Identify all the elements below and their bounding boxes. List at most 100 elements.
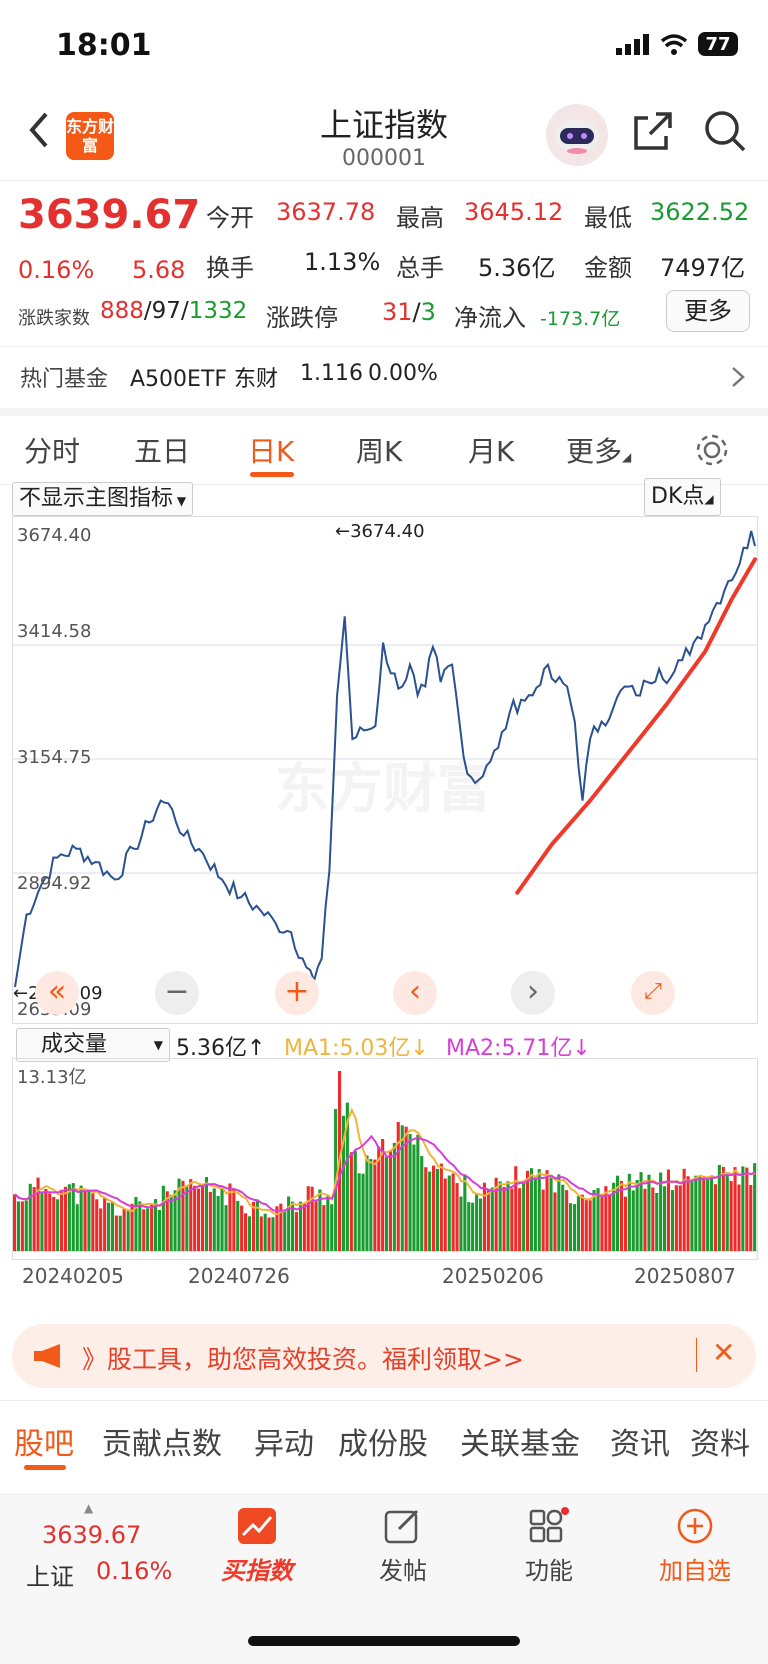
status-time: 18:01 <box>56 28 152 63</box>
volume-bar <box>498 1181 502 1251</box>
volume-bar <box>314 1201 318 1251</box>
chevron-right-icon <box>732 367 745 387</box>
zoom-out-button[interactable]: − <box>155 971 199 1015</box>
volume-bar <box>522 1180 526 1251</box>
ai-assistant-button[interactable] <box>546 104 608 166</box>
volume-bar <box>713 1184 717 1251</box>
volume-bar <box>631 1190 635 1251</box>
tab-more-label: 更多 <box>566 435 623 468</box>
volume-bar <box>67 1184 71 1251</box>
active-tab-indicator <box>250 472 294 477</box>
chevron-right-icon: › <box>527 974 539 1009</box>
amount-value: 7497亿 <box>660 254 746 282</box>
scroll-right-button[interactable]: › <box>511 971 555 1015</box>
netflow-label: 净流入 <box>454 304 526 332</box>
kline-chart[interactable]: 东方财富 3674.40 3414.58 3154.75 2894.92 263… <box>12 516 758 1024</box>
current-price: 3639.67 <box>18 192 201 238</box>
volume-bar <box>118 1215 122 1251</box>
volume-bar <box>16 1201 20 1251</box>
tab-constituents[interactable]: 成份股 <box>338 1419 428 1463</box>
zoom-in-button[interactable]: + <box>275 971 319 1015</box>
gear-icon[interactable] <box>694 432 730 468</box>
tab-news[interactable]: 资讯 <box>610 1419 670 1463</box>
volume-bar <box>20 1201 24 1251</box>
volume-max-label: 13.13亿 <box>17 1067 87 1088</box>
volume-bar <box>201 1185 205 1251</box>
volume-bar <box>103 1198 107 1251</box>
tab-contribution[interactable]: 贡献点数 <box>102 1419 222 1463</box>
tab-movement[interactable]: 异动 <box>254 1419 314 1463</box>
volume-bar <box>443 1178 447 1251</box>
buy-index-label: 买指数 <box>221 1557 293 1585</box>
volume-bar <box>259 1216 263 1251</box>
volume-bar <box>600 1197 604 1251</box>
grid-icon <box>529 1507 569 1543</box>
volume-bar <box>561 1184 565 1251</box>
volume-bar <box>710 1175 714 1251</box>
fullscreen-button[interactable]: ⤢ <box>631 971 675 1015</box>
expand-icon: ⤢ <box>644 979 662 1004</box>
post-button[interactable]: 发帖 <box>348 1507 458 1586</box>
dk-point-button[interactable]: DK点◢ <box>644 478 721 516</box>
features-button[interactable]: 功能 <box>494 1507 604 1586</box>
more-quote-button[interactable]: 更多 <box>666 290 750 332</box>
tab-monthly-k[interactable]: 月K <box>468 430 514 470</box>
volume-bar <box>369 1159 373 1251</box>
minus-icon: − <box>164 974 190 1009</box>
tab-daily-k[interactable]: 日K <box>248 430 294 470</box>
volume-bar <box>322 1205 326 1251</box>
scroll-left-button[interactable]: ‹ <box>393 971 437 1015</box>
volume-bar <box>627 1173 631 1251</box>
volume-bar <box>463 1175 467 1251</box>
hot-fund-bar[interactable]: 热门基金 A500ETF 东财 1.116 0.00% <box>0 346 768 405</box>
limit-up-count: 31 <box>382 298 413 326</box>
volume-bar <box>663 1186 667 1251</box>
volume-bar <box>674 1185 678 1251</box>
tab-related-funds[interactable]: 关联基金 <box>460 1419 580 1463</box>
limit-values: 31/3 <box>382 298 436 326</box>
buy-index-button[interactable]: 买指数 <box>202 1507 312 1586</box>
ma-line <box>515 557 757 895</box>
volume-chart[interactable]: 13.13亿 <box>12 1058 758 1260</box>
scroll-left-double-button[interactable]: « <box>35 971 79 1015</box>
volume-bar <box>244 1213 248 1251</box>
volume-bar <box>557 1174 561 1251</box>
close-banner-button[interactable]: ✕ <box>712 1336 735 1369</box>
tab-more[interactable]: 更多◢ <box>566 430 631 470</box>
search-icon <box>705 111 746 152</box>
volume-bar <box>471 1202 475 1251</box>
volume-bar <box>157 1210 161 1251</box>
hot-fund-price: 1.116 <box>300 361 363 386</box>
volume-bar <box>287 1196 291 1251</box>
volume-bar <box>326 1194 330 1251</box>
share-button[interactable] <box>630 108 676 158</box>
mini-pct: 0.16% <box>96 1557 173 1585</box>
volume-bar <box>161 1185 165 1251</box>
volume-bar <box>236 1200 240 1251</box>
chevron-left-icon: ‹ <box>409 974 421 1009</box>
volume-bar <box>753 1163 757 1251</box>
volume-indicator-select[interactable]: 成交量 ▼ <box>16 1028 170 1062</box>
volume-bar <box>232 1188 236 1251</box>
system-icons: 77 <box>616 32 738 56</box>
volume-bar <box>56 1199 60 1251</box>
plus-icon: + <box>284 974 310 1009</box>
add-watchlist-button[interactable]: 加自选 <box>640 1507 750 1586</box>
volume-bar <box>87 1189 91 1251</box>
chevron-left-double-icon: « <box>47 974 67 1009</box>
promo-banner[interactable]: 》股工具，助您高效投资。福利领取>> ✕ <box>12 1324 756 1388</box>
tab-five-day[interactable]: 五日 <box>134 430 190 470</box>
main-indicator-select[interactable]: 不显示主图指标 ▼ <box>12 482 194 516</box>
search-button[interactable] <box>702 108 748 158</box>
volume-bar <box>169 1194 173 1251</box>
volume-bar <box>435 1169 439 1251</box>
breadth-label: 涨跌家数 <box>18 308 90 329</box>
turnover-label: 换手 <box>206 254 254 282</box>
tab-guba[interactable]: 股吧 <box>14 1419 74 1463</box>
tab-intraday[interactable]: 分时 <box>24 430 80 470</box>
volume-bar <box>71 1183 75 1251</box>
tab-profile[interactable]: 资料 <box>690 1419 750 1463</box>
volume-bar <box>95 1199 99 1251</box>
tab-weekly-k[interactable]: 周K <box>356 430 402 470</box>
volume-bar <box>40 1193 44 1251</box>
